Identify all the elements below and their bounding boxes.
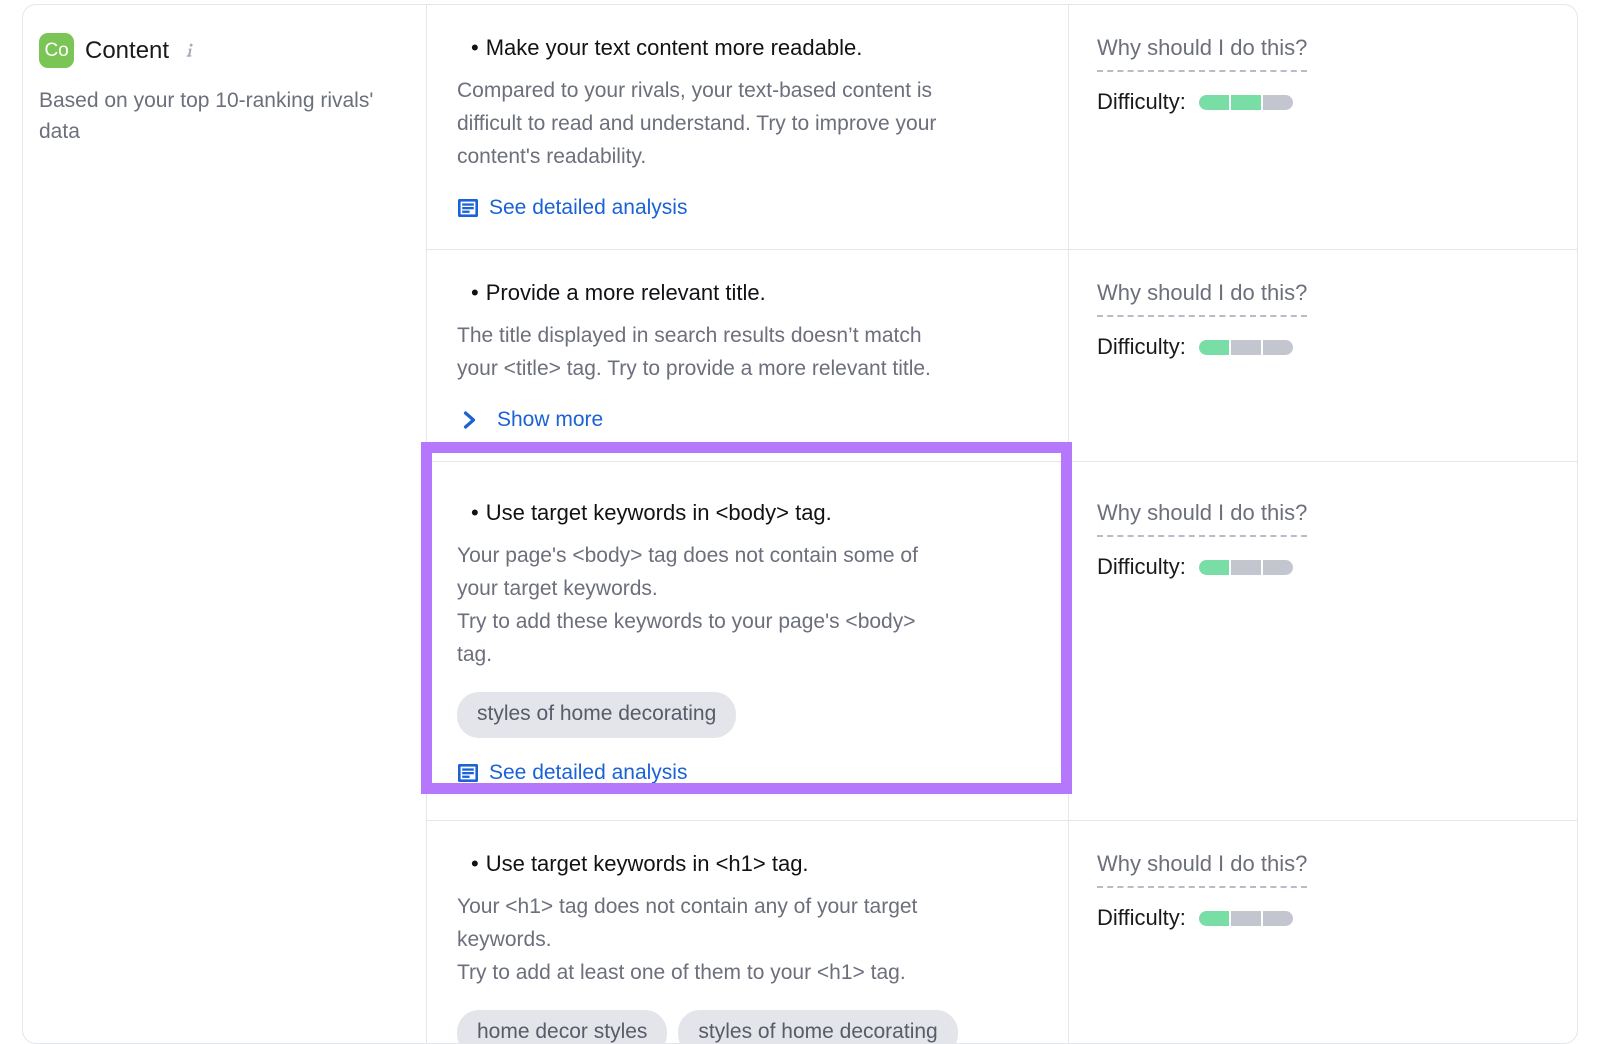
category-badge: Co	[39, 33, 74, 68]
desc-line: Your page's <body> tag does not contain …	[457, 539, 1034, 572]
desc-line: Compared to your rivals, your text-based…	[457, 74, 1034, 107]
action-label: See detailed analysis	[489, 760, 687, 786]
difficulty-meter	[1199, 340, 1293, 355]
document-lines-icon	[457, 762, 479, 784]
desc-line: keywords.	[457, 923, 1034, 956]
desc-line: your target keywords.	[457, 572, 1034, 605]
difficulty-meter	[1199, 95, 1293, 110]
why-should-i-do-this-link[interactable]: Why should I do this?	[1097, 278, 1307, 317]
desc-line: tag.	[457, 638, 1034, 671]
meter-segment	[1199, 95, 1229, 110]
meter-segment	[1263, 340, 1293, 355]
why-should-i-do-this-link[interactable]: Why should I do this?	[1097, 33, 1307, 72]
action-label: Show more	[497, 407, 603, 433]
issue-title-text: Provide a more relevant title.	[486, 280, 766, 305]
category-column: Co Content Based on your top 10-ranking …	[23, 5, 427, 1044]
keyword-pill[interactable]: styles of home decorating	[457, 692, 736, 738]
see-detailed-analysis-link[interactable]: See detailed analysis	[457, 760, 687, 786]
meter-segment	[1231, 340, 1261, 355]
bullet: •	[471, 280, 479, 305]
meter-segment	[1263, 560, 1293, 575]
why-should-i-do-this-link[interactable]: Why should I do this?	[1097, 498, 1307, 537]
issue-description: Compared to your rivals, your text-based…	[457, 74, 1034, 173]
issue-description: The title displayed in search results do…	[457, 319, 1034, 385]
why-should-i-do-this-link[interactable]: Why should I do this?	[1097, 849, 1307, 888]
desc-line: difficult to read and understand. Try to…	[457, 107, 1034, 140]
document-lines-icon	[457, 197, 479, 219]
issue-title-text: Use target keywords in <body> tag.	[486, 500, 832, 525]
difficulty-label: Difficulty:	[1097, 88, 1186, 116]
difficulty-row: Difficulty:	[1097, 333, 1578, 361]
issue-row: • Use target keywords in <h1> tag. Your <…	[427, 821, 1069, 1044]
meter-segment	[1199, 911, 1229, 926]
issue-description: Your page's <body> tag does not contain …	[457, 539, 1034, 671]
difficulty-row: Difficulty:	[1097, 904, 1578, 932]
see-detailed-analysis-link[interactable]: See detailed analysis	[457, 195, 687, 221]
page-title: Content	[85, 37, 169, 65]
issue-description: Your <h1> tag does not contain any of yo…	[457, 890, 1034, 989]
keyword-pill-list: styles of home decorating	[457, 692, 1034, 738]
difficulty-cell: Why should I do this? Difficulty:	[1069, 250, 1578, 462]
issue-title-text: Make your text content more readable.	[486, 35, 863, 60]
difficulty-row: Difficulty:	[1097, 88, 1578, 116]
meter-segment	[1199, 340, 1229, 355]
desc-line: Your <h1> tag does not contain any of yo…	[457, 890, 1034, 923]
difficulty-row: Difficulty:	[1097, 553, 1578, 581]
issue-row-highlighted: • Use target keywords in <body> tag. Your…	[427, 462, 1069, 821]
meter-segment	[1199, 560, 1229, 575]
meter-segment	[1231, 911, 1261, 926]
show-more-link[interactable]: Show more	[457, 407, 603, 433]
desc-line: content's readability.	[457, 140, 1034, 173]
bullet: •	[471, 500, 479, 525]
issue-row: • Provide a more relevant title. The titl…	[427, 250, 1069, 462]
category-subtitle: Based on your top 10-ranking rivals' dat…	[39, 85, 379, 147]
info-icon[interactable]	[182, 42, 198, 60]
bullet: •	[471, 35, 479, 60]
difficulty-label: Difficulty:	[1097, 904, 1186, 932]
keyword-pill-list: home decor styles styles of home decorat…	[457, 1010, 1034, 1044]
difficulty-meter	[1199, 911, 1293, 926]
issue-title: • Make your text content more readable.	[471, 33, 1034, 63]
desc-line: The title displayed in search results do…	[457, 319, 1034, 352]
difficulty-cell: Why should I do this? Difficulty:	[1069, 462, 1578, 821]
action-label: See detailed analysis	[489, 195, 687, 221]
meter-segment	[1231, 95, 1261, 110]
meter-segment	[1263, 95, 1293, 110]
issue-title-text: Use target keywords in <h1> tag.	[486, 851, 809, 876]
keyword-pill[interactable]: home decor styles	[457, 1010, 667, 1044]
difficulty-label: Difficulty:	[1097, 553, 1186, 581]
chevron-right-icon	[460, 409, 480, 431]
bullet: •	[471, 851, 479, 876]
difficulty-label: Difficulty:	[1097, 333, 1186, 361]
issues-grid: Co Content Based on your top 10-ranking …	[23, 5, 1577, 1044]
difficulty-cell: Why should I do this? Difficulty:	[1069, 821, 1578, 1044]
category-header: Co Content	[39, 33, 396, 68]
issue-row: • Make your text content more readable. C…	[427, 5, 1069, 250]
desc-line: Try to add at least one of them to your …	[457, 956, 1034, 989]
seo-issues-card: Co Content Based on your top 10-ranking …	[22, 4, 1578, 1044]
keyword-pill[interactable]: styles of home decorating	[678, 1010, 957, 1044]
desc-line: your <title> tag. Try to provide a more …	[457, 352, 1034, 385]
meter-segment	[1231, 560, 1261, 575]
difficulty-cell: Why should I do this? Difficulty:	[1069, 5, 1578, 250]
issue-title: • Provide a more relevant title.	[471, 278, 1034, 308]
meter-segment	[1263, 911, 1293, 926]
difficulty-meter	[1199, 560, 1293, 575]
issue-title: • Use target keywords in <body> tag.	[471, 498, 1034, 528]
desc-line: Try to add these keywords to your page's…	[457, 605, 1034, 638]
issue-title: • Use target keywords in <h1> tag.	[471, 849, 1034, 879]
